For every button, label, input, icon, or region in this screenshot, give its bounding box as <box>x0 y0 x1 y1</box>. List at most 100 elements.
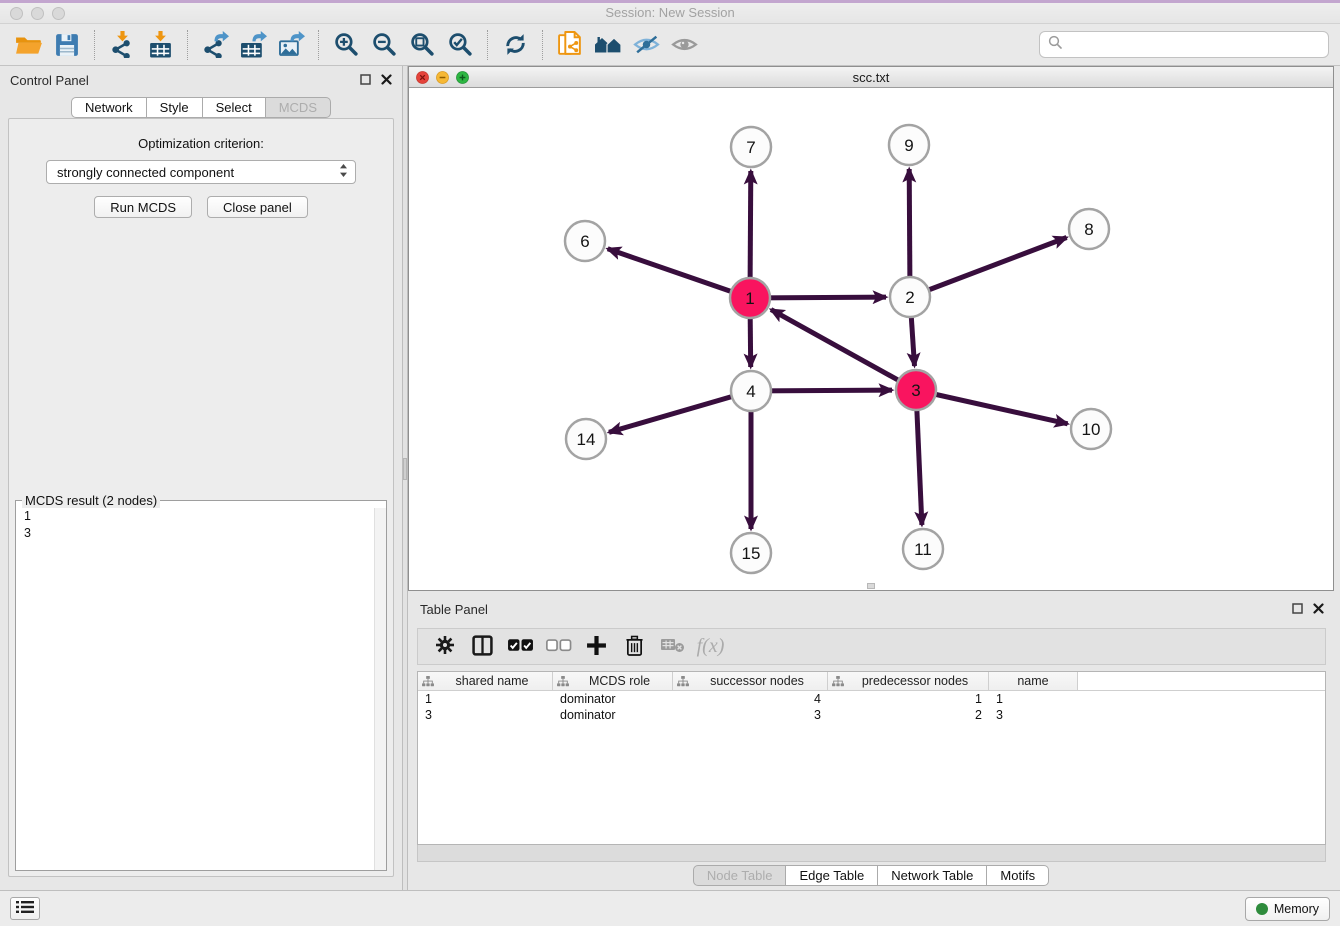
check-all-icon <box>507 638 534 656</box>
float-table-panel-icon[interactable] <box>1292 603 1303 614</box>
column-header-shared-name[interactable]: shared name <box>418 672 553 690</box>
check-all-button[interactable] <box>506 632 535 662</box>
network-window-titlebar[interactable]: scc.txt <box>409 67 1333 88</box>
table-row[interactable]: 1dominator411 <box>418 691 1325 707</box>
search-input[interactable] <box>1067 32 1328 57</box>
open-folder-button[interactable] <box>10 27 48 63</box>
search-box[interactable] <box>1039 31 1329 58</box>
toolbar-separator <box>94 30 95 60</box>
function-builder-button: f(x) <box>696 632 725 662</box>
close-panel-button[interactable]: Close panel <box>207 196 308 218</box>
tab-edge-table[interactable]: Edge Table <box>786 865 878 886</box>
delete-column-button[interactable] <box>620 632 649 662</box>
open-folder-icon <box>15 33 43 57</box>
tab-mcds[interactable]: MCDS <box>266 97 331 118</box>
edge-3-10[interactable] <box>916 390 1068 424</box>
table-row[interactable]: 3dominator323 <box>418 707 1325 723</box>
column-header-mcds-role[interactable]: MCDS role <box>553 672 673 690</box>
column-header-name[interactable]: name <box>989 672 1078 690</box>
table-tabs: Node TableEdge TableNetwork TableMotifs <box>408 865 1334 886</box>
mcds-result-title: MCDS result (2 nodes) <box>22 493 160 508</box>
refresh-button[interactable] <box>496 27 534 63</box>
gear-icon <box>435 635 455 658</box>
run-mcds-button[interactable]: Run MCDS <box>94 196 192 218</box>
uncheck-all-button[interactable] <box>544 632 573 662</box>
eye-button[interactable] <box>665 27 703 63</box>
control-panel-title: Control Panel <box>10 73 89 88</box>
clone-network-button[interactable] <box>551 27 589 63</box>
float-panel-icon[interactable] <box>360 74 371 85</box>
zoom-out-icon <box>372 32 397 57</box>
delete-table-button <box>658 632 687 662</box>
result-scrollbar[interactable] <box>374 508 386 870</box>
delete-table-icon <box>661 637 685 656</box>
splitter-handle[interactable] <box>403 458 407 480</box>
gear-button[interactable] <box>430 632 459 662</box>
node-4[interactable]: 4 <box>731 371 771 411</box>
table-toolbar: f(x) <box>417 628 1326 665</box>
node-1[interactable]: 1 <box>730 278 770 318</box>
houses-button[interactable] <box>589 27 627 63</box>
column-header-successor-nodes[interactable]: successor nodes <box>673 672 828 690</box>
export-image-button[interactable] <box>272 27 310 63</box>
optimization-criterion-select[interactable]: strongly connected component <box>46 160 356 184</box>
edge-3-1[interactable] <box>771 310 916 390</box>
eye-slash-button[interactable] <box>627 27 665 63</box>
task-history-button[interactable] <box>10 897 40 920</box>
memory-status-icon <box>1256 903 1268 915</box>
tab-node-table[interactable]: Node Table <box>693 865 787 886</box>
node-11[interactable]: 11 <box>903 529 943 569</box>
tab-network[interactable]: Network <box>71 97 147 118</box>
edge-4-14[interactable] <box>609 391 751 432</box>
node-2[interactable]: 2 <box>890 277 930 317</box>
svg-text:1: 1 <box>745 289 754 308</box>
resize-grip[interactable] <box>867 583 875 589</box>
result-item: 3 <box>16 525 386 542</box>
svg-text:3: 3 <box>911 381 920 400</box>
mcds-result-list[interactable]: 13 <box>16 508 386 870</box>
network-canvas[interactable]: 1 2 3 4 6 7 8 9 10 11 14 15 <box>409 88 1333 590</box>
node-15[interactable]: 15 <box>731 533 771 573</box>
close-table-panel-icon[interactable] <box>1313 603 1324 614</box>
network-window: scc.txt 1 2 3 4 6 7 8 9 10 11 14 15 <box>408 66 1334 591</box>
export-network-button[interactable] <box>196 27 234 63</box>
status-bar: Memory <box>0 890 1340 926</box>
zoom-in-icon <box>334 32 359 57</box>
edge-2-8[interactable] <box>910 238 1067 298</box>
tree-icon <box>557 676 569 687</box>
add-column-button[interactable] <box>582 632 611 662</box>
close-panel-icon[interactable] <box>381 74 392 85</box>
node-10[interactable]: 10 <box>1071 409 1111 449</box>
node-14[interactable]: 14 <box>566 419 606 459</box>
cell-name: 3 <box>989 708 1078 722</box>
column-header-predecessor-nodes[interactable]: predecessor nodes <box>828 672 989 690</box>
node-table[interactable]: shared nameMCDS rolesuccessor nodesprede… <box>417 671 1326 845</box>
tab-network-table[interactable]: Network Table <box>878 865 987 886</box>
zoom-in-button[interactable] <box>327 27 365 63</box>
import-table-button[interactable] <box>141 27 179 63</box>
import-network-button[interactable] <box>103 27 141 63</box>
memory-button[interactable]: Memory <box>1245 897 1330 921</box>
zoom-fit-button[interactable] <box>403 27 441 63</box>
save-floppy-button[interactable] <box>48 27 86 63</box>
export-table-button[interactable] <box>234 27 272 63</box>
node-9[interactable]: 9 <box>889 125 929 165</box>
svg-text:15: 15 <box>742 544 761 563</box>
svg-text:7: 7 <box>746 138 755 157</box>
add-column-icon <box>586 635 607 659</box>
control-panel: Control Panel NetworkStyleSelectMCDS Opt… <box>0 66 402 890</box>
node-3[interactable]: 3 <box>896 370 936 410</box>
tab-style[interactable]: Style <box>147 97 203 118</box>
table-horizontal-scrollbar[interactable] <box>417 845 1326 862</box>
node-7[interactable]: 7 <box>731 127 771 167</box>
node-8[interactable]: 8 <box>1069 209 1109 249</box>
zoom-selected-icon <box>448 32 473 57</box>
edge-1-6[interactable] <box>608 249 750 298</box>
zoom-selected-button[interactable] <box>441 27 479 63</box>
tab-select[interactable]: Select <box>203 97 266 118</box>
tab-motifs[interactable]: Motifs <box>987 865 1049 886</box>
node-6[interactable]: 6 <box>565 221 605 261</box>
zoom-out-button[interactable] <box>365 27 403 63</box>
split-panel-button[interactable] <box>468 632 497 662</box>
search-icon <box>1048 35 1062 54</box>
